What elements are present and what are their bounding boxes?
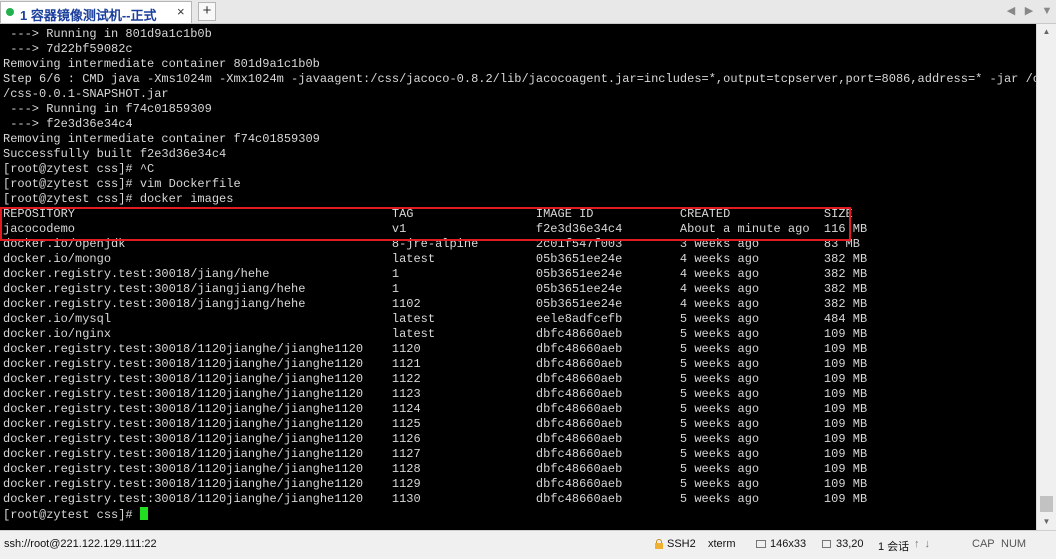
protocol-label: SSH2: [667, 538, 696, 550]
terminal-type-label: xterm: [708, 538, 736, 550]
cursor-position-label: 33,20: [836, 538, 864, 550]
status-bar: ssh://root@221.122.129.111:22 SSH2 xterm…: [0, 530, 1056, 559]
terminal-line: docker.io/nginx latest dbfc48660aeb 5 we…: [3, 327, 868, 341]
transfer-arrows-icon: ↑ ↓: [914, 538, 932, 550]
connected-status-icon: [6, 8, 14, 16]
terminal-line: ---> 7d22bf59082c: [3, 42, 133, 56]
shell-prompt: [root@zytest css]#: [3, 508, 140, 522]
terminal-line: docker.registry.test:30018/1120jianghe/j…: [3, 387, 868, 401]
terminal-line: Successfully built f2e3d36e34c4: [3, 147, 227, 161]
tab-bar: 1 容器镜像测试机--正式 × + ◀ ▶ ▼: [0, 0, 1056, 24]
terminal-line: docker.registry.test:30018/jiangjiang/he…: [3, 282, 868, 296]
scroll-tabs-left-icon[interactable]: ◀: [1002, 2, 1020, 21]
scroll-down-icon[interactable]: ▼: [1037, 514, 1056, 530]
session-tab[interactable]: 1 容器镜像测试机--正式 ×: [0, 1, 192, 23]
terminal-line: docker.io/mysql latest eele8adfcefb 5 we…: [3, 312, 868, 326]
terminal-line: Removing intermediate container 801d9a1c…: [3, 57, 320, 71]
close-tab-icon[interactable]: ×: [177, 4, 185, 19]
terminal-line: docker.registry.test:30018/jiangjiang/he…: [3, 297, 868, 311]
terminal-line: docker.io/mongo latest 05b3651ee24e 4 we…: [3, 252, 868, 266]
terminal-line: docker.registry.test:30018/1120jianghe/j…: [3, 417, 868, 431]
terminal-line: docker.registry.test:30018/1120jianghe/j…: [3, 462, 868, 476]
scroll-thumb[interactable]: [1040, 496, 1053, 512]
terminal-line: docker.registry.test:30018/1120jianghe/j…: [3, 402, 868, 416]
prompt-line[interactable]: [root@zytest css]#: [3, 507, 1036, 522]
terminal-line: docker.registry.test:30018/1120jianghe/j…: [3, 342, 868, 356]
terminal-line: [root@zytest css]# docker images: [3, 192, 234, 206]
terminal-line: docker.registry.test:30018/1120jianghe/j…: [3, 447, 868, 461]
terminal-line: /css-0.0.1-SNAPSHOT.jar: [3, 87, 169, 101]
text-cursor: [139, 507, 148, 520]
terminal-line: [root@zytest css]# vim Dockerfile: [3, 177, 241, 191]
terminal-line: Step 6/6 : CMD java -Xms1024m -Xmx1024m …: [3, 72, 1036, 86]
add-tab-button[interactable]: +: [198, 2, 216, 21]
terminal-line: docker.registry.test:30018/1120jianghe/j…: [3, 372, 868, 386]
terminal-line: docker.registry.test:30018/1120jianghe/j…: [3, 432, 868, 446]
terminal-line: ---> f2e3d36e34c4: [3, 117, 133, 131]
terminal-line: ---> Running in 801d9a1c1b0b: [3, 27, 212, 41]
cursor-position-icon: [822, 540, 831, 548]
num-lock-indicator: NUM: [1001, 538, 1027, 550]
connection-address: ssh://root@221.122.129.111:22: [4, 538, 157, 550]
tab-list-menu-icon[interactable]: ▼: [1038, 2, 1056, 21]
terminal-output[interactable]: ---> Running in 801d9a1c1b0b ---> 7d22bf…: [0, 24, 1036, 530]
window-size-icon: [756, 540, 766, 548]
terminal-text: ---> Running in 801d9a1c1b0b ---> 7d22bf…: [3, 27, 1036, 522]
terminal-line: Removing intermediate container f74c0185…: [3, 132, 320, 146]
session-count-label: 1 会话: [878, 541, 910, 553]
terminal-line: ---> Running in f74c01859309: [3, 102, 212, 116]
terminal-size-label: 146x33: [770, 538, 807, 550]
lock-icon: [655, 539, 663, 549]
scroll-tabs-right-icon[interactable]: ▶: [1020, 2, 1038, 21]
terminal-line: docker.registry.test:30018/1120jianghe/j…: [3, 477, 868, 491]
terminal-line: docker.registry.test:30018/1120jianghe/j…: [3, 492, 868, 506]
session-tab-label: 1 容器镜像测试机--正式: [20, 8, 157, 23]
caps-lock-indicator: CAP: [972, 538, 995, 550]
scroll-up-icon[interactable]: ▲: [1037, 24, 1056, 40]
terminal-line: docker.registry.test:30018/jiang/hehe 1 …: [3, 267, 868, 281]
highlight-box: [0, 207, 851, 241]
vertical-scrollbar[interactable]: ▲ ▼: [1036, 24, 1056, 530]
terminal-line: [root@zytest css]# ^C: [3, 162, 155, 176]
terminal-line: docker.registry.test:30018/1120jianghe/j…: [3, 357, 868, 371]
